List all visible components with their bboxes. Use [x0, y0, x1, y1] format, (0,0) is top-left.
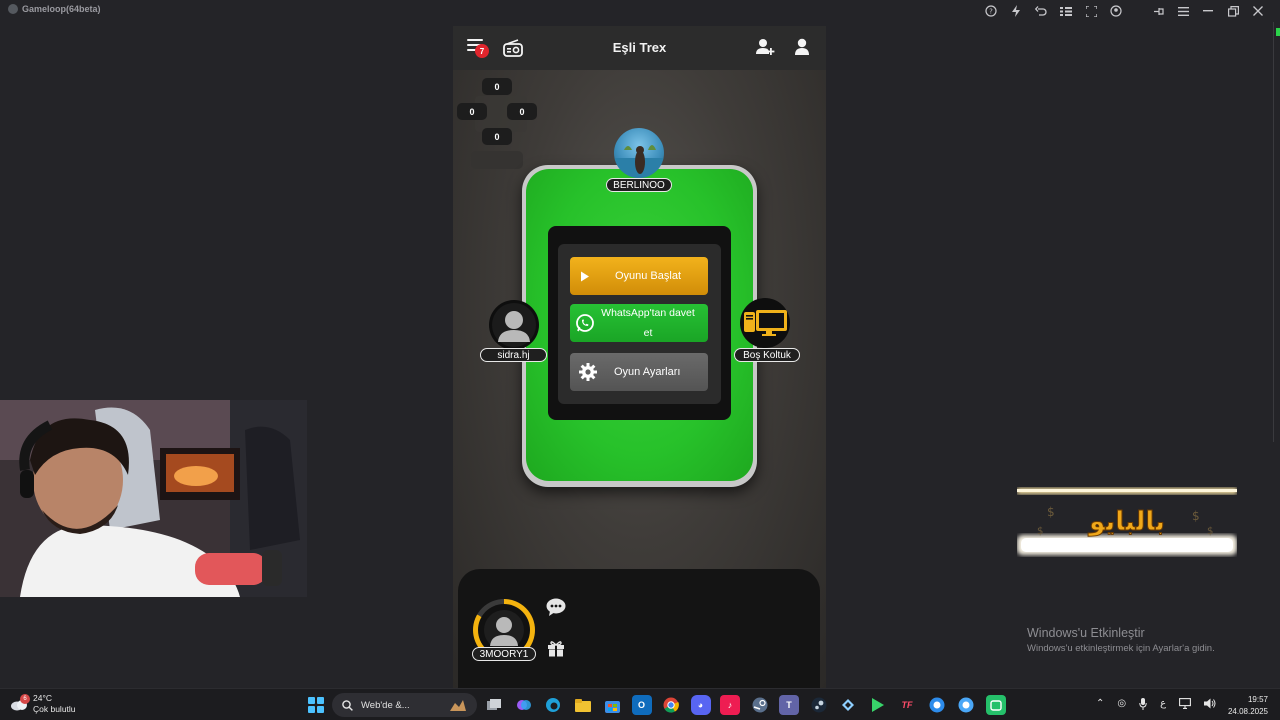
tiktok-icon[interactable]: ♪ — [720, 695, 740, 715]
weather-desc: Çok bulutlu — [33, 704, 76, 714]
game-menu-panel: Oyunu Başlat WhatsApp'tan davet et Oyun … — [548, 226, 731, 420]
whatsapp-invite-button[interactable]: WhatsApp'tan davet et — [570, 304, 708, 342]
file-explorer-icon[interactable] — [573, 695, 593, 715]
app-title-text: Gameloop(64beta) — [22, 4, 101, 14]
search-highlight-icon — [450, 700, 466, 711]
side-divider — [1273, 22, 1274, 442]
start-game-button[interactable]: Oyunu Başlat — [570, 257, 708, 295]
separator — [1133, 3, 1141, 19]
browser-app-icon[interactable] — [927, 695, 947, 715]
boost-icon[interactable] — [1008, 3, 1024, 19]
clock-time: 19:57 — [1247, 695, 1268, 704]
game-window: 7 Eşli Trex 0 0 0 0 Oyunu Başlat WhatsAp… — [453, 26, 826, 688]
sync-icon[interactable]: ◎ — [1117, 698, 1126, 713]
steam-icon[interactable] — [750, 695, 770, 715]
copilot-icon[interactable] — [514, 695, 534, 715]
task-view-icon[interactable] — [484, 695, 504, 715]
clock-date: 24.08.2025 — [1227, 707, 1268, 716]
nameplate-self: 3MOORY1 — [472, 647, 536, 661]
nameplate-left: sidra.hj — [480, 348, 547, 362]
score-total-box — [471, 151, 523, 169]
whatsapp-invite-label: WhatsApp'tan davet et — [601, 307, 695, 339]
system-tray: ⌃ ◎ ع — [1096, 698, 1216, 713]
game-menu-inner: Oyunu Başlat WhatsApp'tan davet et Oyun … — [558, 244, 721, 404]
svg-text:$: $ — [1047, 505, 1055, 519]
svg-text:?: ? — [989, 8, 993, 16]
game-settings-button[interactable]: Oyun Ayarları — [570, 353, 708, 391]
windows-activation-watermark: Windows'u Etkinleştir Windows'u etkinleş… — [1027, 626, 1215, 654]
pin-icon[interactable] — [1150, 3, 1166, 19]
search-icon — [342, 699, 353, 711]
back-icon[interactable] — [1033, 3, 1049, 19]
activation-title: Windows'u Etkinleştir — [1027, 626, 1145, 640]
avatar-top-player[interactable] — [614, 128, 664, 178]
microphone-icon[interactable] — [1139, 698, 1147, 713]
nameplate-right: Boş Koltuk — [734, 348, 800, 362]
taskbar-apps: O ◕ ♪ T TF — [484, 695, 1006, 715]
minimize-icon[interactable] — [1200, 3, 1216, 19]
gear-icon — [570, 362, 606, 382]
emulator-titlebar: Gameloop(64beta) ? — [0, 0, 1280, 22]
logo-text: بالبايو — [1087, 507, 1165, 537]
teams-icon[interactable]: T — [779, 695, 799, 715]
discord-icon[interactable]: ◕ — [690, 695, 711, 715]
activation-subtitle: Windows'u etkinleştirmek için Ayarlar'a … — [1027, 643, 1215, 654]
score-bottom: 0 — [482, 128, 512, 145]
tf-app-icon[interactable]: TF — [897, 695, 917, 715]
outlook-icon[interactable]: O — [631, 695, 652, 715]
menu-icon[interactable] — [1175, 3, 1191, 19]
whatsapp-icon — [570, 313, 600, 333]
stream-logo: بالبايو $ $ $ $ — [1017, 480, 1237, 565]
weather-temp: 24°C — [33, 693, 52, 703]
webcam-overlay — [0, 400, 307, 597]
game-header: 7 Eşli Trex — [453, 26, 826, 70]
app-title: Gameloop(64beta) — [8, 4, 101, 14]
windows-taskbar: 6 24°C Çok bulutlu Web'de &... O ◕ ♪ T T… — [0, 688, 1280, 720]
system-clock[interactable]: 19:57 24.08.2025 — [1222, 694, 1268, 718]
profile-icon[interactable] — [793, 38, 811, 61]
start-game-label: Oyunu Başlat — [614, 270, 682, 282]
gameloop-icon[interactable] — [868, 695, 888, 715]
chat-icon[interactable] — [546, 598, 566, 621]
add-friend-icon[interactable] — [755, 38, 775, 61]
score-top: 0 — [482, 78, 512, 95]
side-indicator — [1276, 28, 1280, 36]
keymap-icon[interactable] — [1058, 3, 1074, 19]
ime-indicator[interactable]: ع — [1160, 698, 1166, 713]
nameplate-top: BERLINOO — [606, 178, 672, 192]
taskbar-search[interactable]: Web'de &... — [332, 693, 477, 717]
cloud-icon: 6 — [10, 694, 30, 711]
volume-icon[interactable] — [1204, 698, 1216, 713]
weather-badge: 6 — [20, 694, 30, 704]
start-button[interactable] — [308, 697, 324, 713]
svg-text:$: $ — [1192, 509, 1200, 523]
chrome-icon[interactable] — [661, 695, 681, 715]
browser-app-2-icon[interactable] — [956, 695, 976, 715]
display-icon[interactable] — [1179, 698, 1192, 713]
chevron-up-icon[interactable]: ⌃ — [1096, 698, 1104, 713]
green-app-icon[interactable] — [985, 695, 1006, 715]
weather-widget[interactable]: 6 24°C Çok bulutlu — [10, 693, 76, 715]
search-placeholder: Web'de &... — [361, 699, 410, 711]
empty-seat-icon[interactable] — [740, 298, 790, 348]
svg-text:$: $ — [1207, 526, 1213, 537]
gift-icon[interactable] — [547, 640, 565, 662]
avatar-left-player[interactable] — [489, 300, 539, 350]
android-tool-icon[interactable] — [838, 695, 858, 715]
play-icon — [570, 271, 600, 282]
restore-icon[interactable] — [1225, 3, 1241, 19]
store-icon[interactable] — [602, 695, 622, 715]
help-icon[interactable]: ? — [983, 3, 999, 19]
gameloop-logo-icon — [8, 4, 18, 14]
titlebar-controls: ? — [983, 3, 1266, 19]
fullscreen-icon[interactable] — [1083, 3, 1099, 19]
score-left: 0 — [457, 103, 487, 120]
game-settings-label: Oyun Ayarları — [614, 366, 681, 378]
close-icon[interactable] — [1250, 3, 1266, 19]
steam-client-icon[interactable] — [809, 695, 829, 715]
account-icon[interactable] — [1108, 3, 1124, 19]
svg-text:$: $ — [1037, 526, 1043, 537]
edge-icon[interactable] — [543, 695, 563, 715]
score-right: 0 — [507, 103, 537, 120]
